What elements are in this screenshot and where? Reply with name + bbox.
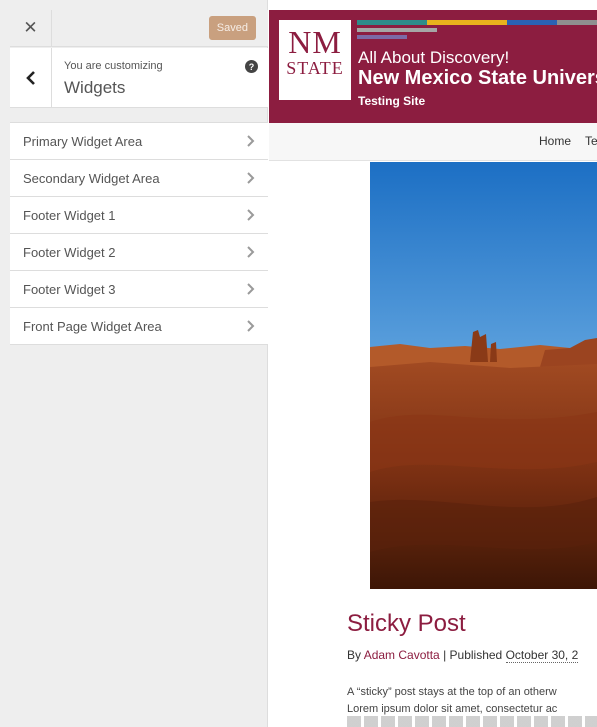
site-preview: NM STATE All About Discovery! New Mexico…	[269, 0, 597, 727]
saved-button[interactable]: Saved	[208, 16, 256, 40]
post-title[interactable]: Sticky Post	[347, 610, 466, 638]
widget-area-label: Footer Widget 3	[23, 281, 116, 297]
chevron-right-icon	[247, 209, 255, 221]
nmsu-logo[interactable]: NM STATE	[279, 20, 351, 100]
widget-area-primary[interactable]: Primary Widget Area	[10, 123, 268, 160]
widget-area-footer-2[interactable]: Footer Widget 2	[10, 234, 268, 271]
post-author-link[interactable]: Adam Cavotta	[364, 648, 440, 662]
chevron-right-icon	[247, 135, 255, 147]
logo-state-text: STATE	[286, 58, 344, 78]
site-subtitle: Testing Site	[358, 94, 426, 108]
chevron-right-icon	[247, 283, 255, 295]
logo-nm-text: NM	[288, 24, 342, 60]
nav-link-partial[interactable]: Te	[585, 134, 597, 148]
post-byline: By Adam Cavotta | Published October 30, …	[347, 648, 579, 663]
site-header: NM STATE All About Discovery! New Mexico…	[269, 10, 597, 123]
post-excerpt: A “sticky” post stays at the top of an o…	[347, 684, 557, 718]
help-icon[interactable]: ?	[245, 60, 258, 73]
chevron-right-icon	[247, 246, 255, 258]
widget-area-list: Primary Widget Area Secondary Widget Are…	[10, 122, 268, 345]
header-purple-strip	[357, 35, 407, 39]
close-icon: ✕	[23, 18, 38, 37]
widget-area-label: Footer Widget 1	[23, 207, 116, 223]
widget-area-footer-3[interactable]: Footer Widget 3	[10, 271, 268, 308]
featured-image	[370, 162, 597, 589]
widget-area-secondary[interactable]: Secondary Widget Area	[10, 160, 268, 197]
customizing-label: You are customizing	[64, 60, 163, 72]
widget-area-label: Primary Widget Area	[23, 133, 143, 149]
byline-prefix: By	[347, 648, 364, 662]
chevron-right-icon	[247, 320, 255, 332]
customizer-info-panel: You are customizing Widgets ?	[10, 48, 268, 108]
university-name[interactable]: New Mexico State University	[358, 67, 597, 90]
section-title: Widgets	[64, 78, 126, 97]
widget-area-label: Secondary Widget Area	[23, 170, 160, 186]
back-button[interactable]	[10, 48, 52, 107]
post-date: October 30, 2	[505, 648, 579, 663]
excerpt-line: A “sticky” post stays at the top of an o…	[347, 686, 557, 698]
chevron-left-icon	[25, 70, 35, 85]
customizer-header: ✕ Saved	[10, 10, 268, 47]
byline-published: | Published	[439, 648, 506, 662]
widget-area-front-page[interactable]: Front Page Widget Area	[10, 308, 268, 345]
customizer-sidebar: ✕ Saved You are customizing Widgets ? Pr…	[0, 0, 268, 727]
excerpt-cutoff-line	[347, 716, 597, 727]
close-customizer-button[interactable]: ✕	[10, 10, 52, 46]
widget-area-footer-1[interactable]: Footer Widget 1	[10, 197, 268, 234]
nav-home-link[interactable]: Home	[539, 134, 571, 148]
site-tagline: All About Discovery!	[358, 48, 510, 67]
widget-area-label: Footer Widget 2	[23, 244, 116, 260]
chevron-right-icon	[247, 172, 255, 184]
widget-area-label: Front Page Widget Area	[23, 318, 162, 334]
header-gray-strip	[357, 28, 437, 32]
header-color-strip	[357, 20, 597, 25]
site-navigation: Home Te	[269, 123, 597, 161]
